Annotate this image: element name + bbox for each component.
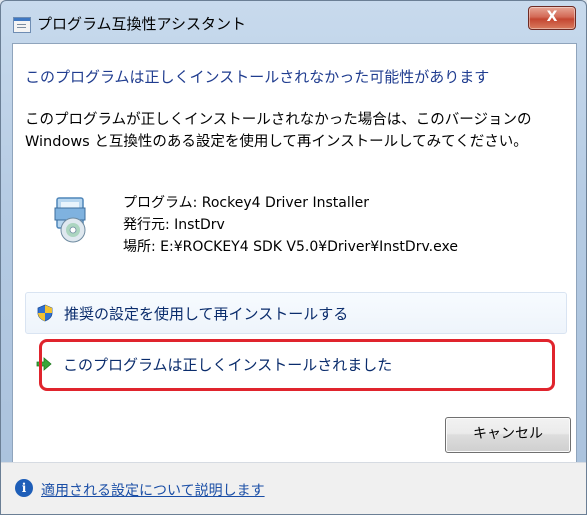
program-name: プログラム: Rockey4 Driver Installer xyxy=(123,195,370,211)
cancel-button[interactable]: キャンセル xyxy=(445,417,571,453)
program-location: 場所: E:¥ROCKEY4 SDK V5.0¥Driver¥InstDrv.e… xyxy=(123,239,458,255)
window-title: プログラム互換性アシスタント xyxy=(37,15,246,33)
main-heading: このプログラムは正しくインストールされなかった可能性があります xyxy=(25,68,490,86)
reinstall-recommended-option[interactable]: 推奨の設定を使用して再インストールする xyxy=(25,292,567,334)
close-button[interactable]: X xyxy=(528,6,576,30)
shield-icon xyxy=(37,304,53,322)
program-info: プログラム: Rockey4 Driver Installer 発行元: Ins… xyxy=(123,192,458,258)
description-text: このプログラムが正しくインストールされなかった場合は、このバージョンの Wind… xyxy=(25,112,532,150)
footer-bar: i 適用される設定について説明します xyxy=(1,462,586,514)
info-icon: i xyxy=(15,479,33,497)
installed-correctly-option[interactable]: このプログラムは正しくインストールされました xyxy=(25,344,565,384)
dialog-content: このプログラムは正しくインストールされなかった可能性があります このプログラムが… xyxy=(12,43,577,463)
green-arrow-icon xyxy=(36,357,52,371)
program-publisher: 発行元: InstDrv xyxy=(123,217,225,233)
title-bar[interactable]: プログラム互換性アシスタント X xyxy=(1,1,586,43)
compatibility-assistant-window: プログラム互換性アシスタント X このプログラムは正しくインストールされなかった… xyxy=(0,0,587,515)
installed-option-label: このプログラムは正しくインストールされました xyxy=(63,355,393,374)
reinstall-option-label: 推奨の設定を使用して再インストールする xyxy=(64,304,349,323)
settings-explanation-link[interactable]: 適用される設定について説明します xyxy=(41,480,265,500)
window-app-icon xyxy=(13,17,31,33)
installer-program-icon xyxy=(54,197,86,243)
